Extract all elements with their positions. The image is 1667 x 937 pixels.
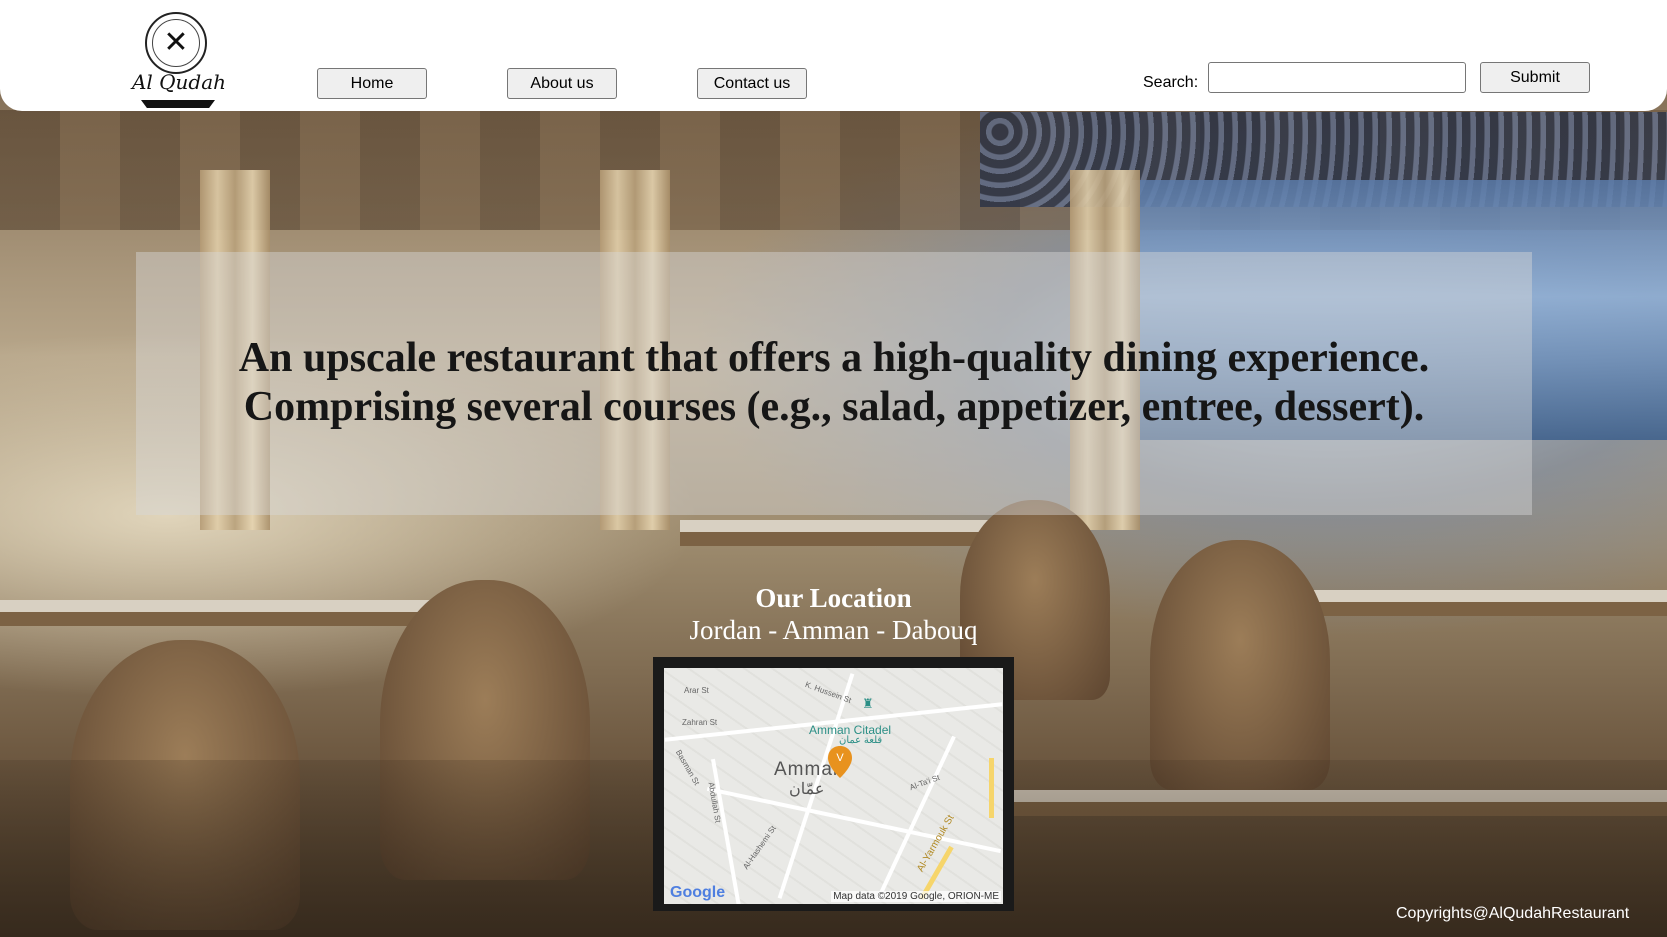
location-address: Jordan - Amman - Dabouq — [689, 615, 978, 645]
hero-line-2: Comprising several courses (e.g., salad,… — [243, 384, 1425, 430]
dining-chair — [1150, 540, 1330, 790]
nav-about-button[interactable]: About us — [507, 68, 617, 99]
site-header: ✕ Al Qudah Home About us Contact us Sear… — [0, 0, 1667, 111]
restaurant-logo[interactable]: ✕ Al Qudah — [127, 10, 227, 108]
map-attribution[interactable]: Map data ©2019 Google, ORION-ME — [831, 891, 1001, 902]
map-street-label: Arar St — [684, 686, 709, 695]
fork-knife-icon: ✕ — [152, 19, 200, 67]
logo-ribbon — [141, 100, 215, 108]
location-title: Our Location — [755, 583, 912, 613]
svg-text:V: V — [836, 752, 844, 764]
map-pin-icon[interactable]: V — [827, 745, 853, 779]
map-embed[interactable]: Arar St K. Hussein St Zahran St Al-Yarmo… — [653, 657, 1014, 911]
google-logo: Google — [670, 884, 726, 901]
google-map[interactable]: Arar St K. Hussein St Zahran St Al-Yarmo… — [664, 668, 1003, 904]
search-label: Search: — [1143, 74, 1199, 91]
submit-button[interactable]: Submit — [1480, 62, 1590, 93]
logo-emblem: ✕ — [145, 12, 207, 74]
landmark-icon: ♜ — [862, 696, 874, 711]
dining-table — [680, 520, 1010, 546]
nav-home-button[interactable]: Home — [317, 68, 427, 99]
map-highway — [989, 758, 994, 818]
hero-panel: An upscale restaurant that offers a high… — [136, 252, 1532, 515]
logo-script-text: Al Qudah — [131, 70, 227, 94]
hero-text: An upscale restaurant that offers a high… — [136, 334, 1532, 432]
search-input[interactable] — [1208, 62, 1466, 93]
nav-contact-button[interactable]: Contact us — [697, 68, 807, 99]
map-city-label-ar: عمّان — [789, 781, 825, 798]
hero-line-1: An upscale restaurant that offers a high… — [238, 335, 1430, 381]
map-street-label: Zahran St — [682, 718, 718, 727]
copyright-text: Copyrights@AlQudahRestaurant — [1396, 905, 1630, 922]
